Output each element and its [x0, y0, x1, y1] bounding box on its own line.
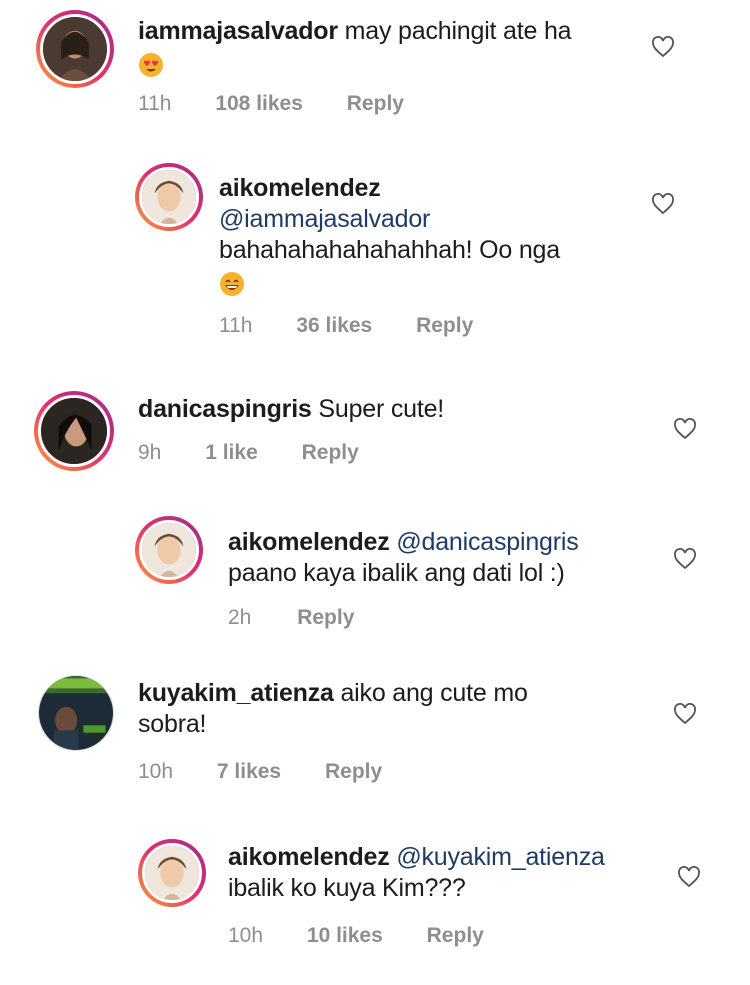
reply-button[interactable]: Reply: [325, 760, 382, 784]
comment-text: danicaspingris Super cute!: [138, 394, 618, 425]
likes-count[interactable]: 10 likes: [307, 924, 383, 948]
comment-meta: 11h 108 likes Reply: [138, 92, 404, 116]
comment-text: aikomelendez @danicaspingris paano kaya …: [228, 527, 648, 589]
comment-text: aikomelendez @kuyakim_atienza ibalik ko …: [228, 842, 668, 904]
comment-text: aikomelendez @iammajasalvador bahahahaha…: [219, 173, 639, 297]
username[interactable]: iammajasalvador: [138, 17, 338, 45]
heart-eyes-emoji: [138, 52, 164, 78]
likes-count[interactable]: 7 likes: [217, 760, 281, 784]
heart-outline-icon[interactable]: [673, 703, 697, 725]
timestamp: 10h: [228, 924, 264, 947]
avatar[interactable]: [34, 391, 114, 471]
comment-text: iammajasalvador may pachingit ate ha: [138, 16, 618, 78]
heart-outline-icon[interactable]: [677, 866, 701, 888]
heart-outline-icon[interactable]: [651, 193, 675, 215]
username[interactable]: kuyakim_atienza: [138, 679, 334, 707]
comment-body: paano kaya ibalik ang dati lol :): [228, 559, 565, 587]
heart-outline-icon[interactable]: [651, 36, 675, 58]
mention-link[interactable]: @danicaspingris: [396, 528, 578, 556]
username[interactable]: aikomelendez: [228, 528, 390, 556]
timestamp: 9h: [138, 441, 162, 464]
comment-text: kuyakim_atienza aiko ang cute mo sobra!: [138, 678, 618, 740]
timestamp: 10h: [138, 760, 174, 783]
reply-button[interactable]: Reply: [297, 606, 354, 630]
comment-meta: 10h 10 likes Reply: [228, 924, 484, 948]
username[interactable]: aikomelendez: [219, 174, 381, 202]
comment-meta: 10h 7 likes Reply: [138, 760, 382, 784]
avatar[interactable]: [138, 839, 206, 907]
comment-body-cont: sobra!: [138, 710, 207, 738]
timestamp: 11h: [138, 92, 172, 115]
username[interactable]: aikomelendez: [228, 843, 390, 871]
comment-body: ibalik ko kuya Kim???: [228, 874, 466, 902]
avatar[interactable]: [135, 516, 203, 584]
username[interactable]: danicaspingris: [138, 395, 312, 423]
reply-button[interactable]: Reply: [427, 924, 484, 948]
comment-body: may pachingit ate ha: [344, 17, 572, 45]
reply-button[interactable]: Reply: [347, 92, 404, 116]
mention-link[interactable]: @kuyakim_atienza: [396, 843, 605, 871]
avatar[interactable]: [38, 675, 114, 751]
comment-body: bahahahahahahahhah! Oo nga: [219, 236, 560, 264]
reply-button[interactable]: Reply: [302, 441, 359, 465]
comment-meta: 2h Reply: [228, 606, 354, 630]
avatar[interactable]: [135, 163, 203, 231]
heart-outline-icon[interactable]: [673, 418, 697, 440]
avatar[interactable]: [36, 10, 114, 88]
heart-outline-icon[interactable]: [673, 548, 697, 570]
comment-meta: 9h 1 like Reply: [138, 441, 359, 465]
comment-body: aiko ang cute mo: [340, 679, 528, 707]
mention-link[interactable]: @iammajasalvador: [219, 205, 430, 233]
comment-meta: 11h 36 likes Reply: [219, 314, 473, 338]
timestamp: 2h: [228, 606, 252, 629]
likes-count[interactable]: 36 likes: [296, 314, 372, 338]
likes-count[interactable]: 1 like: [205, 441, 258, 465]
reply-button[interactable]: Reply: [416, 314, 473, 338]
timestamp: 11h: [219, 314, 253, 337]
comment-body: Super cute!: [318, 395, 445, 423]
likes-count[interactable]: 108 likes: [215, 92, 303, 116]
grinning-emoji: [219, 271, 245, 297]
